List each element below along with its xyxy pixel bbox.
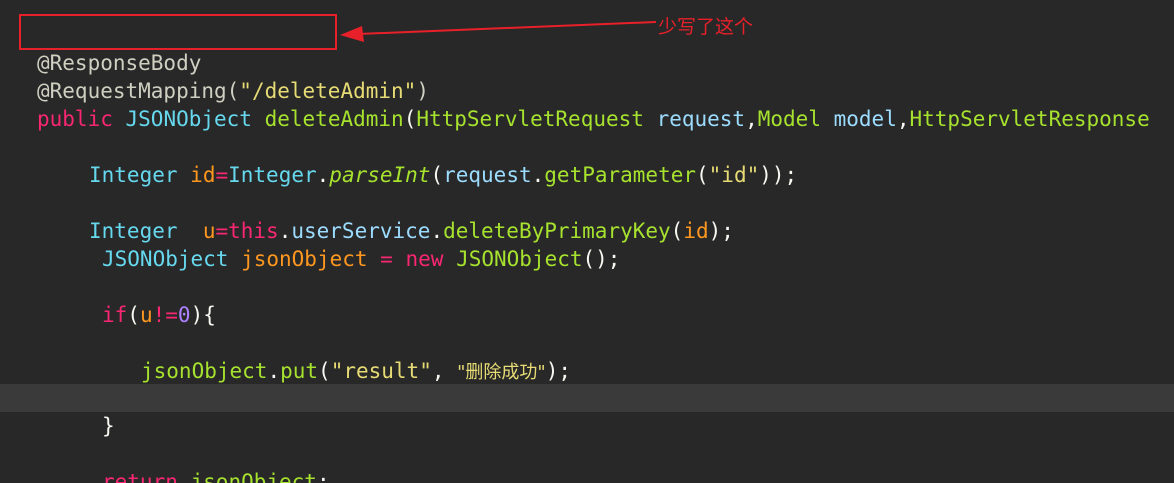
param-type: HttpServletRequest — [416, 107, 644, 131]
param-name: request — [656, 107, 746, 131]
code-line-12: jsonObject.put("result", "删除成功"); — [141, 359, 571, 383]
param-type: HttpServletResponse — [909, 107, 1150, 131]
method-name: deleteAdmin — [264, 107, 404, 131]
code-line-2: @RequestMapping("/deleteAdmin") — [0, 49, 1174, 103]
result-string: "删除成功" — [457, 362, 546, 383]
code-editor[interactable]: @ResponseBody @RequestMapping("/deleteAd… — [0, 0, 1174, 483]
code-line-7: Integer u=this.userService.deleteByPrima… — [89, 219, 734, 243]
code-line-3: public JSONObject deleteAdmin(HttpServle… — [37, 107, 1150, 131]
annotation-arrow-icon — [340, 21, 657, 42]
code-line-16: return jsonObject; — [102, 470, 330, 483]
code-line-5: Integer id=Integer.parseInt(request.getP… — [89, 163, 798, 187]
variable-jsonobject: jsonObject — [241, 247, 368, 271]
static-method: parseInt — [329, 163, 431, 187]
annotation-note: 少写了这个 — [658, 16, 754, 38]
code-line-14-current: } — [0, 384, 1174, 438]
code-line-10: if(u!=0){ — [102, 303, 216, 327]
keyword-public: public — [37, 107, 113, 131]
annotation-highlight-box — [19, 14, 337, 50]
return-type: JSONObject — [125, 107, 252, 131]
code-line-8: JSONObject jsonObject = new JSONObject()… — [102, 247, 621, 271]
param-type: Model — [757, 107, 821, 131]
variable-id: id — [190, 163, 216, 187]
param-name: model — [833, 107, 897, 131]
